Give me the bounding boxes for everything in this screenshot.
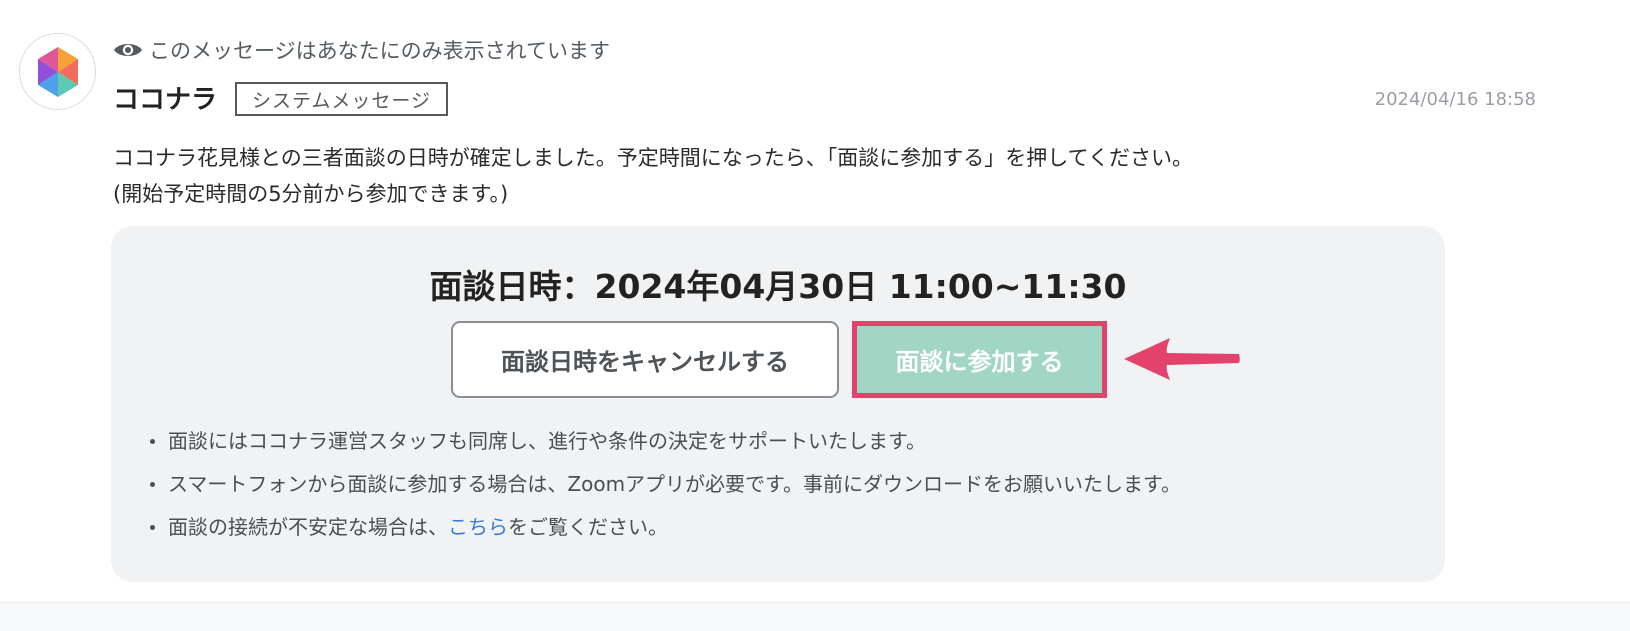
list-item: 面談にはココナラ運営スタッフも同席し、進行や条件の決定をサポートいたします。 (150, 420, 1181, 463)
meeting-datetime: 面談日時：2024年04月30日 11:00~11:30 (429, 267, 1127, 306)
join-meeting-button[interactable]: 面談に参加する (852, 321, 1107, 398)
bullet-icon (150, 525, 155, 530)
cancel-meeting-button[interactable]: 面談日時をキャンセルする (451, 321, 839, 398)
help-link[interactable]: こちら (448, 506, 508, 549)
avatar[interactable] (19, 33, 96, 110)
visibility-note: このメッセージはあなたにのみ表示されています (113, 34, 610, 66)
list-item: 面談の接続が不安定な場合は、 こちら をご覧ください。 (150, 506, 1181, 549)
message-line-1: ココナラ花見様との三者面談の日時が確定しました。予定時間になったら、「面談に参加… (113, 146, 1194, 170)
message-timestamp: 2024/04/16 18:58 (1374, 89, 1536, 110)
meeting-notes-list: 面談にはココナラ運営スタッフも同席し、進行や条件の決定をサポートいたします。 ス… (150, 420, 1181, 549)
note-text: 面談にはココナラ運営スタッフも同席し、進行や条件の決定をサポートいたします。 (168, 429, 926, 453)
sender-name: ココナラ (113, 85, 218, 115)
message-body: ココナラ花見様との三者面談の日時が確定しました。予定時間になったら、「面談に参加… (113, 140, 1413, 212)
bullet-icon (150, 439, 155, 444)
pointer-arrow-icon (1124, 338, 1240, 380)
eye-icon (113, 40, 143, 60)
bullet-icon (150, 482, 155, 487)
note-text-prefix: 面談の接続が不安定な場合は、 (168, 515, 448, 539)
divider (0, 602, 1630, 631)
list-item: スマートフォンから面談に参加する場合は、Zoomアプリが必要です。事前にダウンロ… (150, 463, 1181, 506)
message-line-2: (開始予定時間の5分前から参加できます。) (113, 182, 509, 206)
note-text-suffix: をご覧ください。 (508, 515, 668, 539)
system-message-badge: システムメッセージ (235, 82, 449, 116)
visibility-note-text: このメッセージはあなたにのみ表示されています (149, 39, 610, 63)
note-text: スマートフォンから面談に参加する場合は、Zoomアプリが必要です。事前にダウンロ… (168, 472, 1182, 496)
coconala-logo-icon (37, 46, 78, 97)
